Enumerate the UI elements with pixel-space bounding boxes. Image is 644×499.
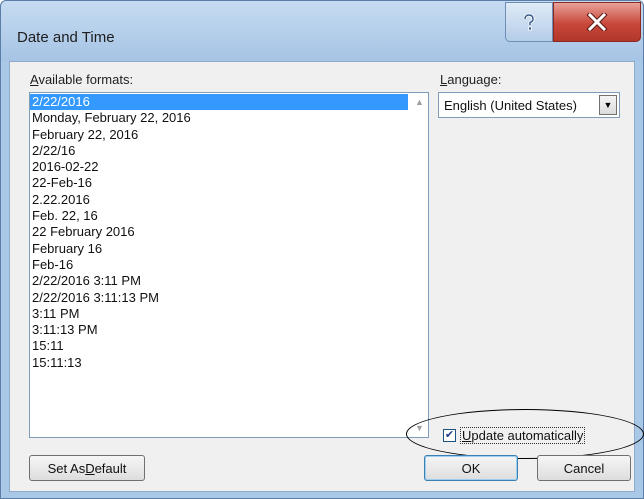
set-as-default-button[interactable]: Set As Default	[29, 455, 145, 481]
format-list-item[interactable]: 15:11:13	[30, 355, 408, 371]
format-list-item[interactable]: 22-Feb-16	[30, 175, 408, 191]
format-list-item[interactable]: 22 February 2016	[30, 224, 408, 240]
language-label: Language:	[440, 72, 502, 87]
format-list-item[interactable]: February 16	[30, 241, 408, 257]
format-list-item[interactable]: 2/22/16	[30, 143, 408, 159]
language-value: English (United States)	[444, 98, 577, 113]
update-automatically-label[interactable]: Update automatically	[460, 426, 586, 444]
language-select[interactable]: English (United States) ▼	[438, 92, 620, 118]
ok-button[interactable]: OK	[424, 455, 518, 481]
date-and-time-dialog: Date and Time Available formats: 2/22/20…	[0, 0, 644, 499]
format-list-item[interactable]: 2/22/2016 3:11:13 PM	[30, 290, 408, 306]
cancel-button[interactable]: Cancel	[537, 455, 631, 481]
format-list-item[interactable]: 2/22/2016 3:11 PM	[30, 273, 408, 289]
scroll-up-arrow-icon[interactable]: ▲	[415, 97, 424, 107]
close-icon	[586, 13, 608, 31]
dialog-title: Date and Time	[17, 29, 115, 46]
scroll-down-arrow-icon[interactable]: ▼	[415, 423, 424, 433]
available-formats-label: Available formats:	[30, 72, 134, 87]
format-list-item[interactable]: 3:11 PM	[30, 306, 408, 322]
format-list-item[interactable]: February 22, 2016	[30, 127, 408, 143]
format-list-item[interactable]: Monday, February 22, 2016	[30, 110, 408, 126]
format-list-item[interactable]: 3:11:13 PM	[30, 322, 408, 338]
format-list-item[interactable]: 15:11	[30, 338, 408, 354]
title-bar[interactable]: Date and Time	[1, 1, 643, 61]
chevron-down-icon[interactable]: ▼	[599, 95, 617, 115]
help-icon	[523, 13, 535, 31]
update-automatically-checkbox[interactable]: ✔	[443, 428, 456, 442]
format-list-item[interactable]: Feb. 22, 16	[30, 208, 408, 224]
format-list-item[interactable]: 2016-02-22	[30, 159, 408, 175]
format-list-item[interactable]: 2.22.2016	[30, 192, 408, 208]
help-button[interactable]	[505, 2, 553, 42]
close-button[interactable]	[553, 2, 641, 42]
format-list-item[interactable]: Feb-16	[30, 257, 408, 273]
update-automatically-row[interactable]: ✔ Update automatically	[443, 426, 586, 444]
available-formats-list[interactable]: 2/22/2016 Monday, February 22, 2016 Februa…	[29, 92, 429, 438]
checkmark-icon: ✔	[444, 428, 455, 441]
dialog-body: Available formats: 2/22/2016 Monday, Febr…	[9, 61, 644, 492]
list-scrollbar[interactable]: ▲ ▼	[411, 93, 428, 437]
format-list-item[interactable]: 2/22/2016	[30, 94, 408, 111]
